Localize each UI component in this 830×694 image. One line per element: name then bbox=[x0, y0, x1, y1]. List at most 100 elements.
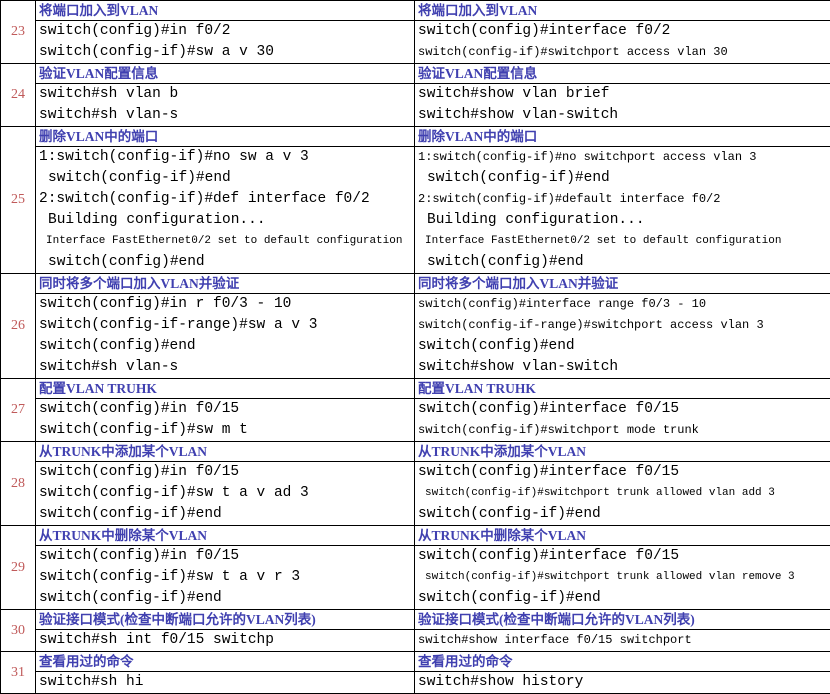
command-line: switch(config)#interface f0/2 bbox=[415, 21, 830, 42]
table-row: 29从TRUNK中删除某个VLANswitch(config)#in f0/15… bbox=[1, 526, 830, 610]
abbreviated-command-cell: 同时将多个端口加入VLAN并验证switch(config)#in r f0/3… bbox=[36, 274, 415, 379]
section-title: 配置VLAN TRUHK bbox=[415, 379, 830, 399]
table-row: 27配置VLAN TRUHKswitch(config)#in f0/15swi… bbox=[1, 379, 830, 442]
command-line: Interface FastEthernet0/2 set to default… bbox=[36, 231, 414, 252]
command-line: Interface FastEthernet0/2 set to default… bbox=[415, 231, 830, 252]
command-reference-table: 23将端口加入到VLANswitch(config)#in f0/2switch… bbox=[0, 0, 830, 694]
full-command-cell: 将端口加入到VLANswitch(config)#interface f0/2s… bbox=[415, 1, 830, 64]
row-number-cell: 24 bbox=[1, 64, 36, 127]
command-line: 1:switch(config-if)#no switchport access… bbox=[415, 147, 830, 168]
command-line: switch#show history bbox=[415, 672, 830, 693]
command-line: Building configuration... bbox=[415, 210, 830, 231]
full-command-cell: 验证接口模式(检查中断端口允许的VLAN列表)switch#show inter… bbox=[415, 610, 830, 652]
full-command-cell: 配置VLAN TRUHKswitch(config)#interface f0/… bbox=[415, 379, 830, 442]
command-line: switch(config-if)#end bbox=[36, 588, 414, 609]
command-line: switch#sh hi bbox=[36, 672, 414, 693]
command-line: switch#show vlan-switch bbox=[415, 105, 830, 126]
command-line: switch(config)#interface f0/15 bbox=[415, 546, 830, 567]
abbreviated-command-cell: 删除VLAN中的端口1:switch(config-if)#no sw a v … bbox=[36, 127, 415, 274]
section-title: 从TRUNK中删除某个VLAN bbox=[415, 526, 830, 546]
full-command-cell: 从TRUNK中添加某个VLANswitch(config)#interface … bbox=[415, 442, 830, 526]
section-title: 将端口加入到VLAN bbox=[36, 1, 414, 21]
command-line: switch(config)#in f0/15 bbox=[36, 399, 414, 420]
section-title: 删除VLAN中的端口 bbox=[36, 127, 414, 147]
section-title: 配置VLAN TRUHK bbox=[36, 379, 414, 399]
abbreviated-command-cell: 查看用过的命令switch#sh hi bbox=[36, 652, 415, 694]
command-line: switch(config-if)#end bbox=[415, 588, 830, 609]
table-row: 25删除VLAN中的端口1:switch(config-if)#no sw a … bbox=[1, 127, 830, 274]
table-row: 24验证VLAN配置信息switch#sh vlan bswitch#sh vl… bbox=[1, 64, 830, 127]
command-line: switch(config-if)#end bbox=[36, 504, 414, 525]
command-line: switch#sh vlan-s bbox=[36, 105, 414, 126]
command-line: switch(config)#interface f0/15 bbox=[415, 462, 830, 483]
command-line: switch(config)#in f0/2 bbox=[36, 21, 414, 42]
command-line: 2:switch(config-if)#default interface f0… bbox=[415, 189, 830, 210]
command-line: switch(config-if)#switchport access vlan… bbox=[415, 42, 830, 63]
row-number-cell: 26 bbox=[1, 274, 36, 379]
section-title: 将端口加入到VLAN bbox=[415, 1, 830, 21]
command-line: switch(config-if)#sw t a v ad 3 bbox=[36, 483, 414, 504]
full-command-cell: 同时将多个端口加入VLAN并验证switch(config)#interface… bbox=[415, 274, 830, 379]
section-title: 验证接口模式(检查中断端口允许的VLAN列表) bbox=[415, 610, 830, 630]
section-title: 查看用过的命令 bbox=[415, 652, 830, 672]
table-row: 28 从TRUNK中添加某个VLANswitch(config)#in f0/15… bbox=[1, 442, 830, 526]
command-line: switch(config-if)#end bbox=[36, 168, 414, 189]
section-title: 验证接口模式(检查中断端口允许的VLAN列表) bbox=[36, 610, 414, 630]
abbreviated-command-cell: 验证VLAN配置信息switch#sh vlan bswitch#sh vlan… bbox=[36, 64, 415, 127]
command-line: switch(config-if)#switchport trunk allow… bbox=[415, 567, 830, 588]
abbreviated-command-cell: 配置VLAN TRUHKswitch(config)#in f0/15switc… bbox=[36, 379, 415, 442]
command-line: switch(config-if)#sw m t bbox=[36, 420, 414, 441]
command-line: Building configuration... bbox=[36, 210, 414, 231]
section-title: 从TRUNK中删除某个VLAN bbox=[36, 526, 414, 546]
abbreviated-command-cell: 将端口加入到VLANswitch(config)#in f0/2switch(c… bbox=[36, 1, 415, 64]
command-line: switch#show vlan brief bbox=[415, 84, 830, 105]
command-line: switch(config)#end bbox=[415, 252, 830, 273]
command-line: switch#sh vlan b bbox=[36, 84, 414, 105]
section-title: 同时将多个端口加入VLAN并验证 bbox=[36, 274, 414, 294]
abbreviated-command-cell: 验证接口模式(检查中断端口允许的VLAN列表)switch#sh int f0/… bbox=[36, 610, 415, 652]
section-title: 验证VLAN配置信息 bbox=[36, 64, 414, 84]
command-line: switch#sh int f0/15 switchp bbox=[36, 630, 414, 651]
command-line: 2:switch(config-if)#def interface f0/2 bbox=[36, 189, 414, 210]
command-line: switch(config-if)#switchport mode trunk bbox=[415, 420, 830, 441]
full-command-cell: 查看用过的命令switch#show history bbox=[415, 652, 830, 694]
section-title: 同时将多个端口加入VLAN并验证 bbox=[415, 274, 830, 294]
full-command-cell: 从TRUNK中删除某个VLANswitch(config)#interface … bbox=[415, 526, 830, 610]
row-number-cell: 27 bbox=[1, 379, 36, 442]
table-row: 31查看用过的命令switch#sh hi查看用过的命令switch#show … bbox=[1, 652, 830, 694]
command-line: switch(config-if)#end bbox=[415, 168, 830, 189]
table-row: 23将端口加入到VLANswitch(config)#in f0/2switch… bbox=[1, 1, 830, 64]
command-line: switch#show vlan-switch bbox=[415, 357, 830, 378]
command-line: switch(config)#in r f0/3 - 10 bbox=[36, 294, 414, 315]
command-line: switch(config-if)#sw a v 30 bbox=[36, 42, 414, 63]
row-number-cell: 25 bbox=[1, 127, 36, 274]
row-number-cell: 29 bbox=[1, 526, 36, 610]
command-line: switch(config)#in f0/15 bbox=[36, 462, 414, 483]
section-title: 删除VLAN中的端口 bbox=[415, 127, 830, 147]
section-title: 从TRUNK中添加某个VLAN bbox=[415, 442, 830, 462]
command-line: switch(config-if-range)#switchport acces… bbox=[415, 315, 830, 336]
command-line: switch#sh vlan-s bbox=[36, 357, 414, 378]
command-line: switch(config)#interface f0/15 bbox=[415, 399, 830, 420]
row-number-cell: 23 bbox=[1, 1, 36, 64]
command-line: switch(config)#in f0/15 bbox=[36, 546, 414, 567]
table-row: 30验证接口模式(检查中断端口允许的VLAN列表)switch#sh int f… bbox=[1, 610, 830, 652]
section-title: 验证VLAN配置信息 bbox=[415, 64, 830, 84]
full-command-cell: 删除VLAN中的端口1:switch(config-if)#no switchp… bbox=[415, 127, 830, 274]
command-line: switch(config-if)#switchport trunk allow… bbox=[415, 483, 830, 504]
abbreviated-command-cell: 从TRUNK中删除某个VLANswitch(config)#in f0/15sw… bbox=[36, 526, 415, 610]
command-line: 1:switch(config-if)#no sw a v 3 bbox=[36, 147, 414, 168]
row-number-cell: 28 bbox=[1, 442, 36, 526]
command-line: switch(config)#end bbox=[36, 336, 414, 357]
row-number-cell: 30 bbox=[1, 610, 36, 652]
row-number-cell: 31 bbox=[1, 652, 36, 694]
command-line: switch(config)#end bbox=[36, 252, 414, 273]
command-line: switch(config-if-range)#sw a v 3 bbox=[36, 315, 414, 336]
command-line: switch(config-if)#end bbox=[415, 504, 830, 525]
table-row: 26同时将多个端口加入VLAN并验证switch(config)#in r f0… bbox=[1, 274, 830, 379]
full-command-cell: 验证VLAN配置信息switch#show vlan briefswitch#s… bbox=[415, 64, 830, 127]
command-line: switch(config-if)#sw t a v r 3 bbox=[36, 567, 414, 588]
command-line: switch(config)#interface range f0/3 - 10 bbox=[415, 294, 830, 315]
command-line: switch(config)#end bbox=[415, 336, 830, 357]
section-title: 查看用过的命令 bbox=[36, 652, 414, 672]
